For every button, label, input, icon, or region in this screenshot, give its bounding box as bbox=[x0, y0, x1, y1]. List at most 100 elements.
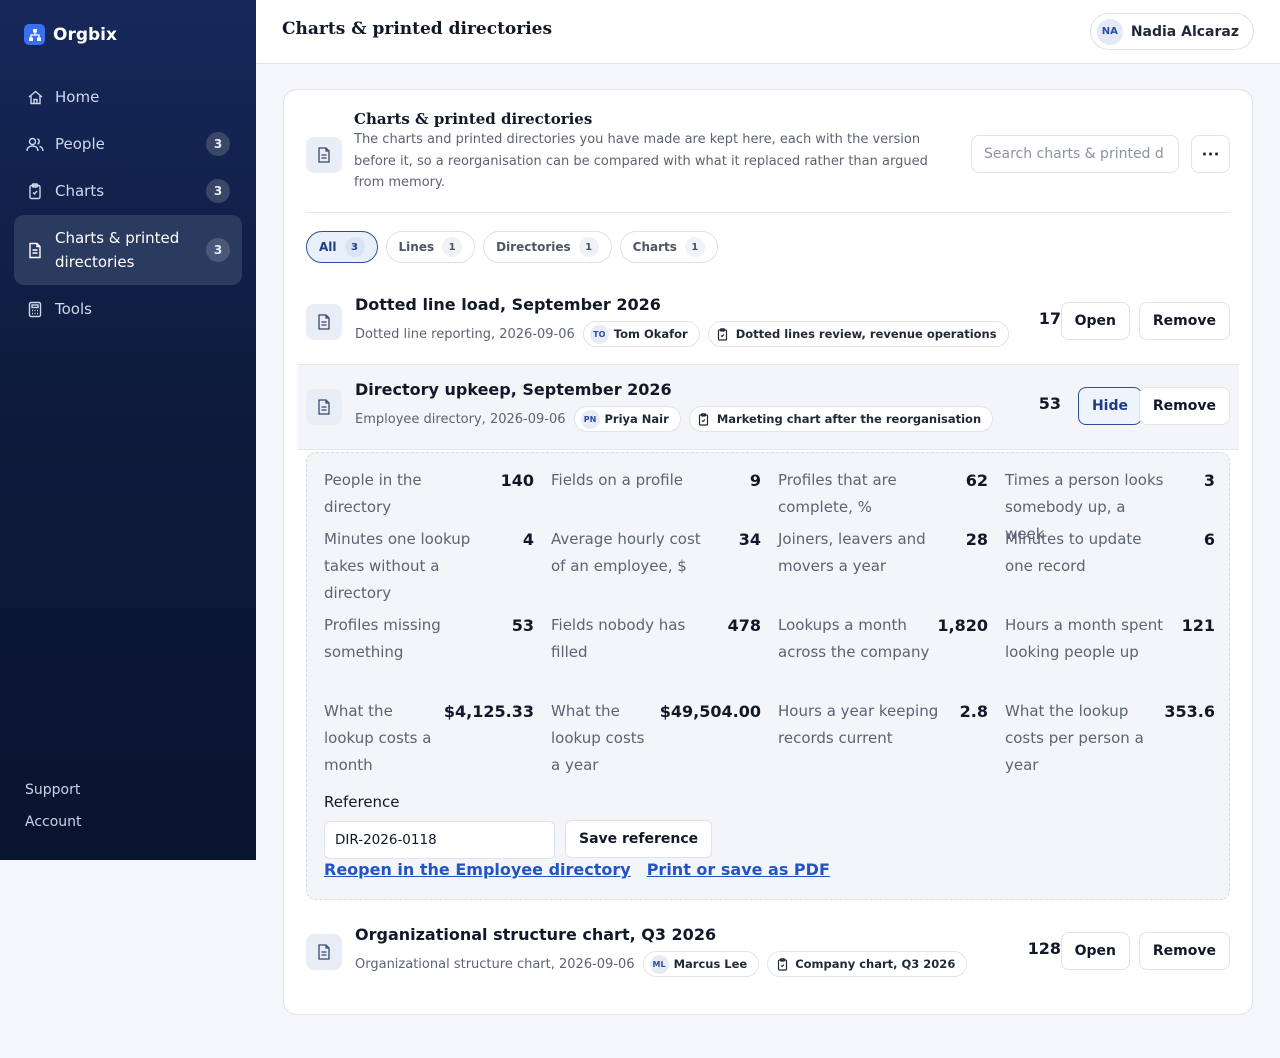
stat-label: Average hourly cost of an employee, $ bbox=[551, 530, 701, 575]
more-options-button[interactable]: ⋯ bbox=[1191, 135, 1230, 173]
stat: What the lookup costs a year $49,504.00 bbox=[551, 698, 761, 784]
divider bbox=[306, 212, 1230, 213]
page-title: Charts & printed directories bbox=[282, 19, 553, 39]
stat-value: $49,504.00 bbox=[659, 702, 761, 721]
stat-value: 4 bbox=[522, 530, 534, 549]
filter-label: Charts bbox=[632, 240, 677, 254]
filter-directories[interactable]: Directories 1 bbox=[483, 231, 612, 263]
search-input[interactable] bbox=[971, 135, 1179, 173]
reference-input[interactable] bbox=[324, 821, 555, 859]
reference-label: Reference bbox=[324, 793, 400, 811]
topbar: Charts & printed directories NA Nadia Al… bbox=[256, 0, 1280, 64]
document-icon bbox=[306, 934, 342, 970]
source-pill[interactable]: Marketing chart after the reorganisation bbox=[688, 406, 994, 432]
item-meta: Organizational structure chart, 2026-09-… bbox=[355, 951, 968, 977]
account-link[interactable]: Account bbox=[25, 814, 82, 830]
item-count: 17 bbox=[1038, 309, 1061, 328]
source-name: Marketing chart after the reorganisation bbox=[716, 412, 982, 426]
item-subtitle: Organizational structure chart, 2026-09-… bbox=[355, 956, 635, 972]
filter-all[interactable]: All 3 bbox=[306, 231, 378, 263]
filter-count: 3 bbox=[344, 237, 365, 257]
stat-value: 353.6 bbox=[1164, 702, 1215, 721]
source-pill[interactable]: Company chart, Q3 2026 bbox=[767, 951, 968, 977]
stat-label: Minutes to update one record bbox=[1005, 530, 1142, 575]
stat-label: Profiles missing something bbox=[324, 616, 441, 661]
user-menu[interactable]: NA Nadia Alcaraz bbox=[1089, 13, 1254, 50]
reopen-link[interactable]: Reopen in the Employee directory bbox=[324, 860, 631, 879]
card-header: Charts & printed directories The charts … bbox=[306, 110, 1230, 214]
stat: Joiners, leavers and movers a year 28 bbox=[778, 526, 988, 612]
stat-label: What the lookup costs a year bbox=[551, 702, 645, 774]
remove-button[interactable]: Remove bbox=[1138, 387, 1230, 425]
user-name: Nadia Alcaraz bbox=[1130, 23, 1239, 40]
header-text: Charts & printed directories The charts … bbox=[354, 110, 959, 194]
person-name: Priya Nair bbox=[604, 412, 669, 426]
list-item: Directory upkeep, September 2026 Employe… bbox=[306, 375, 1230, 447]
source-pill[interactable]: Dotted lines review, revenue operations bbox=[707, 321, 1009, 347]
open-button[interactable]: Open bbox=[1060, 302, 1130, 340]
count-badge: 3 bbox=[206, 238, 230, 262]
filter-label: Directories bbox=[496, 240, 571, 254]
sidebar-item-charts-printed-directories[interactable]: Charts & printed directories 3 bbox=[14, 215, 242, 285]
stat: What the lookup costs a month $4,125.33 bbox=[324, 698, 534, 784]
filter-charts[interactable]: Charts 1 bbox=[619, 231, 718, 263]
stat-label: Hours a month spent looking people up bbox=[1005, 616, 1164, 661]
stat-value: 2.8 bbox=[959, 702, 988, 721]
stat-label: Fields nobody has filled bbox=[551, 616, 686, 661]
list-item: Organizational structure chart, Q3 2026 … bbox=[306, 920, 1230, 992]
stat-label: People in the directory bbox=[324, 471, 422, 516]
person-pill[interactable]: ML Marcus Lee bbox=[642, 951, 760, 977]
save-reference-button[interactable]: Save reference bbox=[565, 820, 713, 858]
stat-label: Fields on a profile bbox=[551, 471, 683, 489]
calculator-icon bbox=[26, 300, 44, 318]
main-card: Charts & printed directories The charts … bbox=[283, 89, 1253, 1015]
stat-label: Profiles that are complete, % bbox=[778, 471, 897, 516]
sidebar-item-charts[interactable]: Charts 3 bbox=[14, 168, 242, 214]
stat: People in the directory 140 bbox=[324, 467, 534, 526]
remove-button[interactable]: Remove bbox=[1138, 932, 1230, 970]
stat: Minutes one lookup takes without a direc… bbox=[324, 526, 534, 612]
stat-value: 34 bbox=[738, 530, 761, 549]
sidebar-item-home[interactable]: Home bbox=[14, 74, 242, 120]
stat-value: 140 bbox=[500, 471, 534, 490]
hide-button[interactable]: Hide bbox=[1077, 387, 1142, 425]
sidebar-item-label: People bbox=[55, 135, 105, 153]
print-link[interactable]: Print or save as PDF bbox=[647, 860, 830, 879]
filter-count: 1 bbox=[578, 237, 599, 257]
person-pill[interactable]: TO Tom Okafor bbox=[582, 321, 700, 347]
stat-value: 3 bbox=[1203, 471, 1215, 490]
item-meta: Dotted line reporting, 2026-09-06 TO Tom… bbox=[355, 321, 1009, 347]
clipboard-icon bbox=[26, 182, 44, 200]
sidebar: Orgbix Home People 3 Charts 3 Charts & p… bbox=[0, 0, 256, 860]
filter-label: All bbox=[319, 240, 337, 254]
item-title: Organizational structure chart, Q3 2026 bbox=[355, 925, 717, 944]
sidebar-item-label: Home bbox=[55, 88, 100, 106]
stat: Minutes to update one record 6 bbox=[1005, 526, 1215, 612]
brand[interactable]: Orgbix bbox=[24, 24, 117, 45]
stat-label: Hours a year keeping records current bbox=[778, 702, 939, 747]
document-icon bbox=[306, 389, 342, 425]
stat: Fields nobody has filled 478 bbox=[551, 612, 761, 698]
sidebar-item-tools[interactable]: Tools bbox=[14, 286, 242, 332]
section-description: The charts and printed directories you h… bbox=[354, 132, 928, 190]
stat-value: 28 bbox=[965, 530, 988, 549]
stats-grid: People in the directory 140 Fields on a p… bbox=[324, 467, 1215, 784]
item-title: Dotted line load, September 2026 bbox=[355, 295, 661, 314]
stat: Fields on a profile 9 bbox=[551, 467, 761, 526]
filter-lines[interactable]: Lines 1 bbox=[385, 231, 476, 263]
avatar: NA bbox=[1096, 18, 1123, 45]
app-name: Orgbix bbox=[53, 24, 117, 45]
remove-button[interactable]: Remove bbox=[1138, 302, 1230, 340]
open-button[interactable]: Open bbox=[1060, 932, 1130, 970]
sidebar-nav: Home People 3 Charts 3 Charts & printed … bbox=[14, 74, 242, 333]
people-icon bbox=[26, 135, 44, 153]
support-link[interactable]: Support bbox=[25, 782, 82, 798]
person-pill[interactable]: PN Priya Nair bbox=[573, 406, 681, 432]
stat-value: 1,820 bbox=[937, 616, 988, 635]
sidebar-item-people[interactable]: People 3 bbox=[14, 121, 242, 167]
clipboard-icon bbox=[696, 411, 712, 427]
avatar: TO bbox=[589, 324, 609, 344]
stat-value: 121 bbox=[1181, 616, 1215, 635]
person-name: Tom Okafor bbox=[613, 327, 688, 341]
item-subtitle: Employee directory, 2026-09-06 bbox=[355, 411, 566, 427]
